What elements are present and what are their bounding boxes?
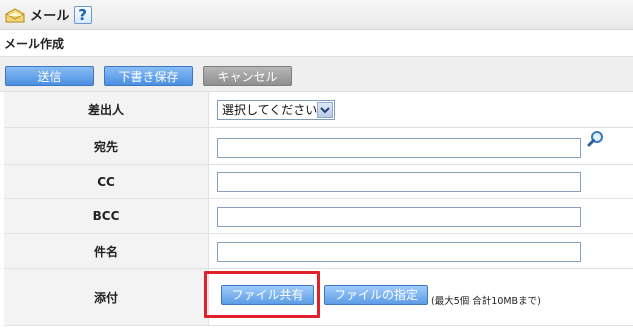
bcc-input[interactable]	[217, 207, 581, 227]
file-select-button[interactable]: ファイルの指定	[324, 285, 428, 305]
to-row: 宛先	[4, 128, 633, 165]
sender-value-cell: 選択してください。	[209, 92, 633, 127]
attachment-label: 添付	[4, 269, 209, 325]
bcc-label: BCC	[4, 199, 209, 233]
mail-icon	[4, 6, 26, 24]
save-draft-button[interactable]: 下書き保存	[104, 66, 193, 86]
sender-select[interactable]: 選択してください。	[217, 100, 335, 120]
title-bar: メール ?	[0, 0, 633, 30]
subject-row: 件名	[4, 234, 633, 269]
cc-label: CC	[4, 165, 209, 198]
attachment-value-cell: ファイル共有 ファイルの指定 (最大5個 合計10MBまで)	[209, 269, 633, 325]
to-input[interactable]	[217, 138, 581, 158]
page-title: メール作成	[4, 36, 65, 51]
subject-label: 件名	[4, 234, 209, 268]
compose-form: 差出人 選択してください。 宛先 CC BCC 件名 添付 ファイル共有 ファイ…	[4, 92, 633, 326]
app-title: メール	[30, 9, 70, 24]
attachment-row: 添付 ファイル共有 ファイルの指定 (最大5個 合計10MBまで)	[4, 269, 633, 326]
cc-value-cell	[209, 165, 633, 198]
file-share-button[interactable]: ファイル共有	[221, 285, 314, 305]
cc-row: CC	[4, 165, 633, 199]
to-value-cell	[209, 128, 633, 164]
chevron-down-icon[interactable]	[317, 102, 333, 118]
cc-input[interactable]	[217, 172, 581, 192]
bcc-row: BCC	[4, 199, 633, 234]
toolbar: 送信 下書き保存 キャンセル	[0, 56, 633, 92]
sender-select-value: 選択してください。	[222, 103, 330, 117]
to-label: 宛先	[4, 128, 209, 164]
send-button[interactable]: 送信	[5, 66, 94, 86]
sender-label: 差出人	[4, 92, 209, 127]
mail-compose-window: メール ? メール作成 送信 下書き保存 キャンセル 差出人 選択してください。	[0, 0, 633, 331]
help-icon[interactable]: ?	[73, 5, 92, 24]
subject-input[interactable]	[217, 242, 581, 262]
bcc-value-cell	[209, 199, 633, 233]
attachment-limit-note: (最大5個 合計10MBまで)	[431, 296, 541, 307]
search-icon[interactable]	[587, 130, 605, 148]
sender-row: 差出人 選択してください。	[4, 92, 633, 128]
subject-value-cell	[209, 234, 633, 268]
cancel-button[interactable]: キャンセル	[203, 66, 292, 86]
